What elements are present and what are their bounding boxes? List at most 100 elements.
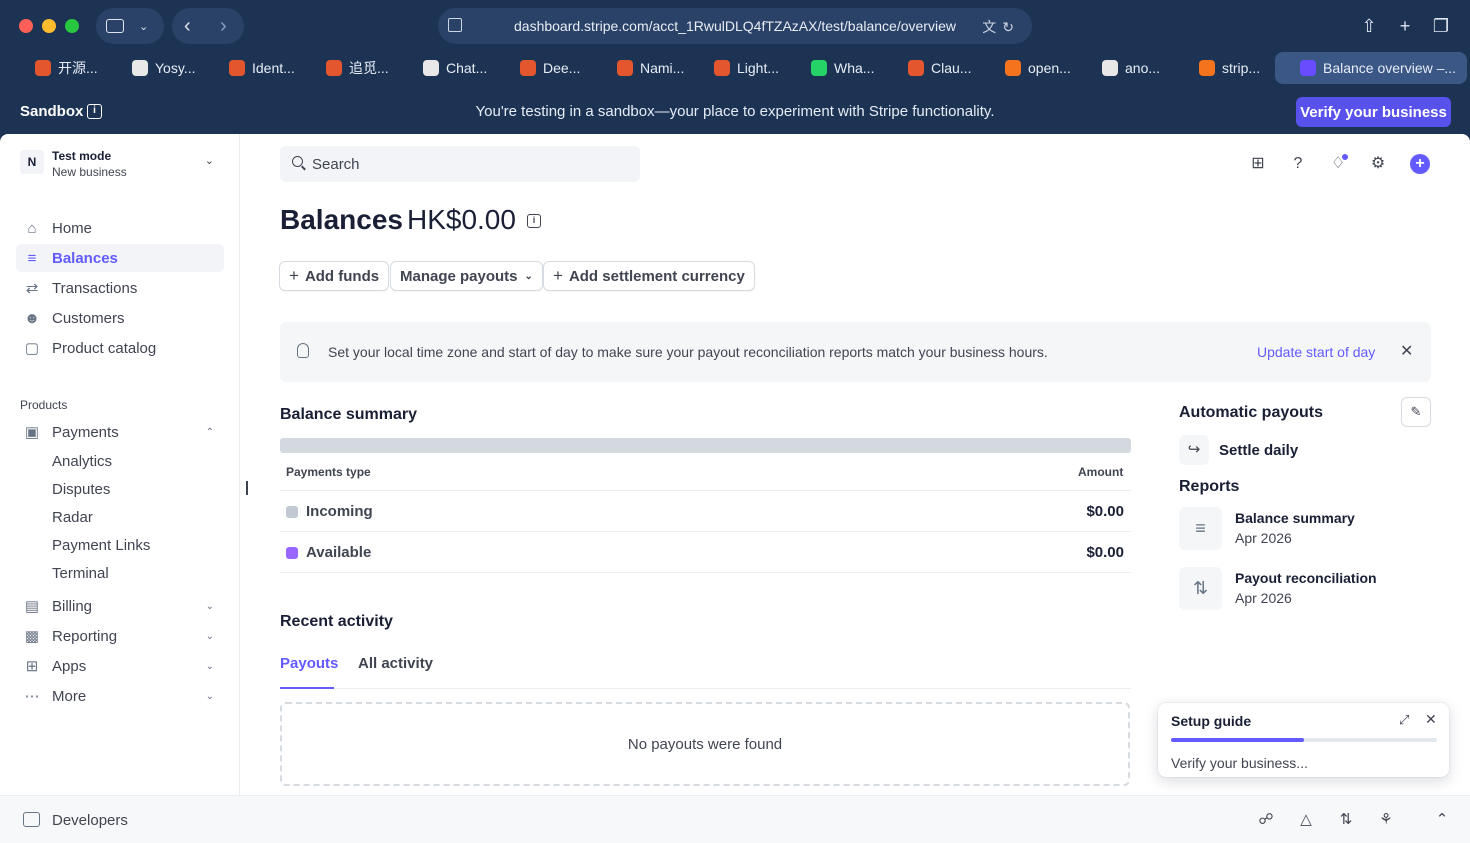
apps-grid-icon[interactable]: ⊞ xyxy=(1248,154,1268,174)
tab-label: Chat... xyxy=(446,60,488,76)
report-title[interactable]: Payout reconciliation xyxy=(1235,570,1377,586)
sidebar-icon xyxy=(106,19,124,33)
browser-tab[interactable]: Nami... xyxy=(590,52,687,84)
ellipsis-icon: ⋯ xyxy=(24,688,40,705)
sidebar-subitem-analytics[interactable]: Analytics xyxy=(52,453,112,470)
browser-tab[interactable]: Ident... xyxy=(202,52,299,84)
close-icon[interactable]: ✕ xyxy=(1400,341,1413,361)
report-title[interactable]: Balance summary xyxy=(1235,510,1355,526)
close-window-button[interactable] xyxy=(19,19,33,33)
button-label: Manage payouts xyxy=(400,267,518,285)
help-icon[interactable]: ? xyxy=(1288,154,1308,174)
payout-reconciliation-report-icon[interactable]: ⇅ xyxy=(1179,567,1222,610)
sidebar-subitem-terminal[interactable]: Terminal xyxy=(52,565,109,582)
chevron-down-icon: ⌄ xyxy=(204,155,214,167)
maximize-window-button[interactable] xyxy=(65,19,79,33)
browser-tab[interactable]: Clau... xyxy=(881,52,978,84)
sidebar-item-payments[interactable]: ▣ Payments ⌃ xyxy=(16,418,224,446)
browser-tab[interactable]: Wha... xyxy=(784,52,881,84)
binoculars-icon[interactable]: ☍ xyxy=(1257,811,1275,829)
browser-tab[interactable]: ano... xyxy=(1075,52,1172,84)
row-label: Incoming xyxy=(306,503,373,520)
address-bar[interactable]: dashboard.stripe.com/acct_1RwulDLQ4fTZAz… xyxy=(438,8,1032,44)
report-date: Apr 2026 xyxy=(1235,590,1292,606)
edit-payouts-button[interactable]: ✎ xyxy=(1401,397,1431,427)
tab-label: Dee... xyxy=(543,60,581,76)
back-icon[interactable]: ‹ xyxy=(184,15,191,38)
browser-tab[interactable]: 开源... xyxy=(8,52,105,84)
balances-icon: ≡ xyxy=(27,249,37,267)
add-funds-button[interactable]: + Add funds xyxy=(279,261,390,291)
sidebar-resize-handle[interactable] xyxy=(246,481,248,495)
sidebar-item-customers[interactable]: ☻ Customers xyxy=(16,304,224,332)
tab-favicon-icon xyxy=(908,60,924,76)
browser-tab[interactable]: Chat... xyxy=(396,52,493,84)
tab-overview-button[interactable]: ❐ xyxy=(1423,8,1459,44)
setup-progress-bar xyxy=(1171,738,1437,742)
sort-arrows-icon[interactable]: ⇅ xyxy=(1337,811,1355,829)
search-placeholder: Search xyxy=(312,156,360,173)
sidebar-item-apps[interactable]: ⊞ Apps ⌄ xyxy=(16,652,224,680)
browser-tab[interactable]: 追觅... xyxy=(299,52,396,84)
chevron-up-circle-icon[interactable]: ⌃ xyxy=(1433,811,1451,829)
sidebar-item-balances[interactable]: ≡ Balances xyxy=(16,244,224,272)
browser-tab[interactable]: Yosy... xyxy=(105,52,202,84)
manage-payouts-button[interactable]: Manage payouts ⌄ xyxy=(390,261,543,291)
sidebar-item-more[interactable]: ⋯ More ⌄ xyxy=(16,682,224,710)
balance-amount: HK$0.00 xyxy=(406,204,516,235)
tab-favicon-icon xyxy=(811,60,827,76)
create-plus-icon[interactable]: + xyxy=(1410,154,1430,174)
account-switcher[interactable]: N Test mode New business ⌄ xyxy=(20,148,220,180)
chevron-down-icon: ⌄ xyxy=(205,690,214,702)
sidebar-item-label: Billing xyxy=(52,597,93,615)
share-button[interactable]: ⇧ xyxy=(1351,8,1387,44)
empty-state: No payouts were found xyxy=(280,702,1130,786)
warning-icon[interactable]: △ xyxy=(1297,811,1315,829)
gear-icon[interactable]: ⚙ xyxy=(1368,154,1388,174)
tab-all-activity[interactable]: All activity xyxy=(358,655,433,672)
sidebar-subitem-radar[interactable]: Radar xyxy=(52,509,93,526)
divider xyxy=(280,572,1131,573)
site-settings-icon[interactable] xyxy=(448,18,462,32)
sidebar-subitem-payment-links[interactable]: Payment Links xyxy=(52,537,150,554)
forward-icon[interactable]: › xyxy=(220,15,227,38)
search-input[interactable]: Search xyxy=(280,146,640,182)
sidebar-toggle-button[interactable]: ⌄ xyxy=(96,8,164,44)
account-mode: Test mode xyxy=(52,149,112,163)
tab-label: Light... xyxy=(737,60,780,76)
page-title-text: Balances xyxy=(280,204,403,235)
developers-button[interactable]: Developers xyxy=(52,812,128,829)
expand-icon[interactable]: ⤢ xyxy=(1399,712,1409,728)
sidebar-item-product-catalog[interactable]: ▢ Product catalog xyxy=(16,334,224,362)
setup-progress-fill xyxy=(1171,738,1304,742)
sidebar-item-reporting[interactable]: ▩ Reporting ⌄ xyxy=(16,622,224,650)
new-tab-button[interactable]: + xyxy=(1387,8,1423,44)
sandbox-banner: Sandbox i You're testing in a sandbox—yo… xyxy=(0,90,1470,134)
browser-tab-active[interactable]: Balance overview –... xyxy=(1275,52,1467,84)
sidebar-item-home[interactable]: ⌂ Home xyxy=(16,214,224,242)
translate-reload-icons[interactable]: 文↻ xyxy=(982,17,1020,37)
tab-payouts[interactable]: Payouts xyxy=(280,655,338,672)
close-icon[interactable]: ✕ xyxy=(1425,711,1437,728)
tab-favicon-icon xyxy=(1102,60,1118,76)
browser-tab[interactable]: Light... xyxy=(687,52,784,84)
balance-summary-report-icon[interactable]: ≡ xyxy=(1179,507,1222,550)
table-row: Incoming $0.00 xyxy=(280,491,1131,531)
browser-tab[interactable]: Dee... xyxy=(493,52,590,84)
browser-tab[interactable]: open... xyxy=(978,52,1075,84)
pencil-icon: ✎ xyxy=(1410,404,1422,419)
update-start-of-day-link[interactable]: Update start of day xyxy=(1257,344,1375,360)
info-icon[interactable]: i xyxy=(527,214,541,228)
verify-business-button[interactable]: Verify your business xyxy=(1296,97,1451,127)
sidebar-item-billing[interactable]: ▤ Billing ⌄ xyxy=(16,592,224,620)
webhooks-icon[interactable]: ⚘ xyxy=(1377,811,1395,829)
table-row: Available $0.00 xyxy=(280,532,1131,572)
add-settlement-currency-button[interactable]: + Add settlement currency xyxy=(543,261,755,291)
tab-label: ano... xyxy=(1125,60,1161,76)
browser-tab[interactable]: strip... xyxy=(1172,52,1269,84)
sidebar-subitem-disputes[interactable]: Disputes xyxy=(52,481,110,498)
setup-guide-panel[interactable]: Setup guide ⤢ ✕ Verify your business... xyxy=(1158,703,1449,777)
minimize-window-button[interactable] xyxy=(42,19,56,33)
nav-buttons: ‹ › xyxy=(172,8,244,44)
sidebar-item-transactions[interactable]: ⇄ Transactions xyxy=(16,274,224,302)
